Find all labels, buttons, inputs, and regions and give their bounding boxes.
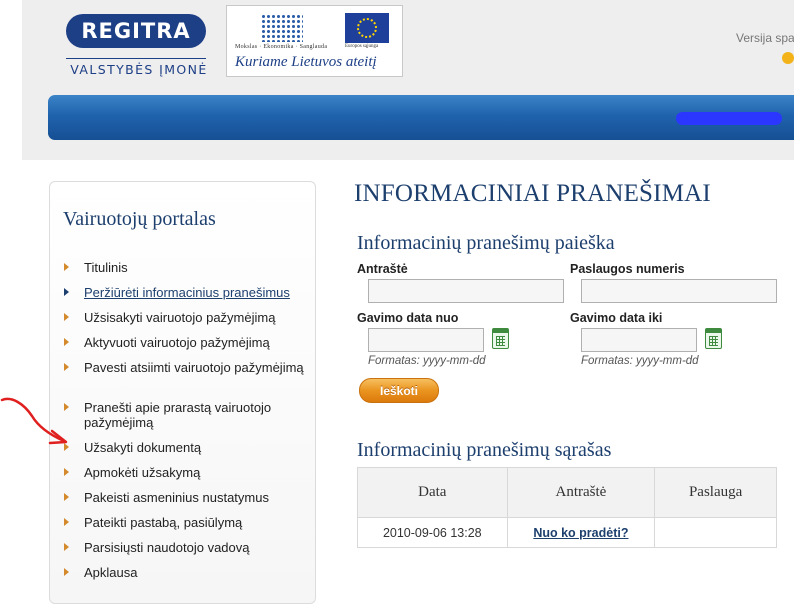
column-header-title[interactable]: Antraštė bbox=[506, 467, 656, 518]
sidebar-item-survey[interactable]: Apklausa bbox=[64, 565, 304, 580]
triangle-right-icon bbox=[64, 493, 69, 501]
sidebar-item-label: Užsakyti dokumentą bbox=[84, 440, 202, 455]
redaction-scribble bbox=[676, 112, 782, 125]
sidebar-item-label: Užsisakyti vairuotojo pažymėjimą bbox=[84, 310, 276, 325]
sidebar-item-label: Pakeisti asmeninius nustatymus bbox=[84, 490, 269, 505]
sidebar-item-report-lost[interactable]: Pranešti apie prarastą vairuotojo pažymė… bbox=[64, 400, 304, 430]
sidebar-item-label: Aktyvuoti vairuotojo pažymėjimą bbox=[84, 335, 270, 350]
sidebar-item-order-document[interactable]: Užsakyti dokumentą bbox=[64, 440, 304, 455]
date-to-format-hint: Formatas: yyyy-mm-dd bbox=[581, 355, 699, 367]
logo-wordmark: REGITRA bbox=[66, 14, 206, 48]
column-header-date[interactable]: Data bbox=[357, 467, 508, 518]
date-to-input[interactable] bbox=[581, 328, 697, 352]
sidebar-item-label: Apklausa bbox=[84, 565, 138, 580]
list-section-title: Informacinių pranešimų sąrašas bbox=[357, 439, 612, 461]
sidebar-item-label: Pateikti pastabą, pasiūlymą bbox=[84, 515, 243, 530]
eu-banner-caption-left: Mokslas · Ekonomika · Sanglauda bbox=[235, 44, 328, 50]
sidebar-item-label: Titulinis bbox=[84, 260, 128, 275]
service-number-field-label: Paslaugos numeris bbox=[570, 262, 685, 276]
service-number-input[interactable] bbox=[581, 279, 777, 303]
sidebar-item-label: Peržiūrėti informacinius pranešimus bbox=[84, 285, 290, 300]
sidebar-item-download-guide[interactable]: Parsisiųsti naudotojo vadovą bbox=[64, 540, 304, 555]
triangle-right-icon bbox=[64, 468, 69, 476]
triangle-right-icon bbox=[64, 288, 69, 296]
search-section-title: Informacinių pranešimų paieška bbox=[357, 232, 615, 254]
logo-rule bbox=[66, 58, 206, 59]
triangle-right-icon bbox=[64, 568, 69, 576]
eu-flag-icon bbox=[345, 13, 389, 43]
column-header-service[interactable]: Paslauga bbox=[654, 467, 777, 518]
sidebar: Vairuotojų portalas Titulinis Peržiūrėti… bbox=[49, 181, 316, 604]
sidebar-item-activate-license[interactable]: Aktyvuoti vairuotojo pažymėjimą bbox=[64, 335, 304, 350]
cell-date: 2010-09-06 13:28 bbox=[357, 517, 508, 548]
sidebar-item-personal-settings[interactable]: Pakeisti asmeninius nustatymus bbox=[64, 490, 304, 505]
version-link[interactable]: Versija spa bbox=[736, 31, 794, 45]
search-button[interactable]: Ieškoti bbox=[359, 378, 439, 403]
triangle-right-icon bbox=[64, 338, 69, 346]
regitra-logo[interactable]: REGITRA VALSTYBĖS ĮMONĖ bbox=[66, 10, 211, 80]
triangle-right-icon bbox=[64, 263, 69, 271]
notice-link[interactable]: Nuo ko pradėti? bbox=[533, 526, 628, 540]
date-from-format-hint: Formatas: yyyy-mm-dd bbox=[368, 355, 486, 367]
sidebar-item-label: Parsisiųsti naudotojo vadovą bbox=[84, 540, 250, 555]
sidebar-item-titulinis[interactable]: Titulinis bbox=[64, 260, 304, 275]
triangle-right-icon bbox=[64, 543, 69, 551]
notices-table: Data Antraštė Paslauga 2010-09-06 13:28 … bbox=[357, 467, 777, 548]
title-field-label: Antraštė bbox=[357, 262, 408, 276]
sidebar-item-label: Pavesti atsiimti vairuotojo pažymėjimą bbox=[84, 360, 304, 375]
sidebar-item-view-notices[interactable]: Peržiūrėti informacinius pranešimus bbox=[64, 285, 304, 300]
table-header-row: Data Antraštė Paslauga bbox=[357, 467, 777, 518]
eu-banner-caption-right: Europos sąjunga bbox=[345, 44, 379, 49]
logo-subtitle: VALSTYBĖS ĮMONĖ bbox=[70, 62, 208, 77]
triangle-right-icon bbox=[64, 313, 69, 321]
date-from-field-label: Gavimo data nuo bbox=[357, 311, 459, 325]
eu-funding-banner: Mokslas · Ekonomika · Sanglauda Europos … bbox=[226, 5, 403, 77]
sidebar-item-feedback[interactable]: Pateikti pastabą, pasiūlymą bbox=[64, 515, 304, 530]
sidebar-item-pay-order[interactable]: Apmokėti užsakymą bbox=[64, 465, 304, 480]
cell-service bbox=[654, 517, 777, 548]
sidebar-item-order-license[interactable]: Užsisakyti vairuotojo pažymėjimą bbox=[64, 310, 304, 325]
calendar-icon[interactable] bbox=[705, 328, 722, 349]
sidebar-item-delegate-pickup[interactable]: Pavesti atsiimti vairuotojo pažymėjimą bbox=[64, 360, 304, 375]
date-from-input[interactable] bbox=[368, 328, 484, 352]
sidebar-item-label: Apmokėti užsakymą bbox=[84, 465, 201, 480]
page-title: INFORMACINIAI PRANEŠIMAI bbox=[354, 180, 711, 207]
sidebar-item-label: Pranešti apie prarastą vairuotojo pažymė… bbox=[84, 400, 272, 430]
version-icon bbox=[782, 52, 794, 64]
eu-banner-slogan: Kuriame Lietuvos ateitį bbox=[235, 54, 377, 70]
triangle-right-icon bbox=[64, 518, 69, 526]
triangle-right-icon bbox=[64, 363, 69, 371]
lithuania-map-icon bbox=[261, 14, 303, 42]
table-row: 2010-09-06 13:28 Nuo ko pradėti? bbox=[357, 517, 777, 548]
date-to-field-label: Gavimo data iki bbox=[570, 311, 663, 325]
cell-title: Nuo ko pradėti? bbox=[506, 517, 656, 548]
sidebar-title: Vairuotojų portalas bbox=[63, 208, 216, 230]
calendar-icon[interactable] bbox=[492, 328, 509, 349]
annotation-arrow-icon bbox=[0, 397, 68, 445]
title-input[interactable] bbox=[368, 279, 564, 303]
